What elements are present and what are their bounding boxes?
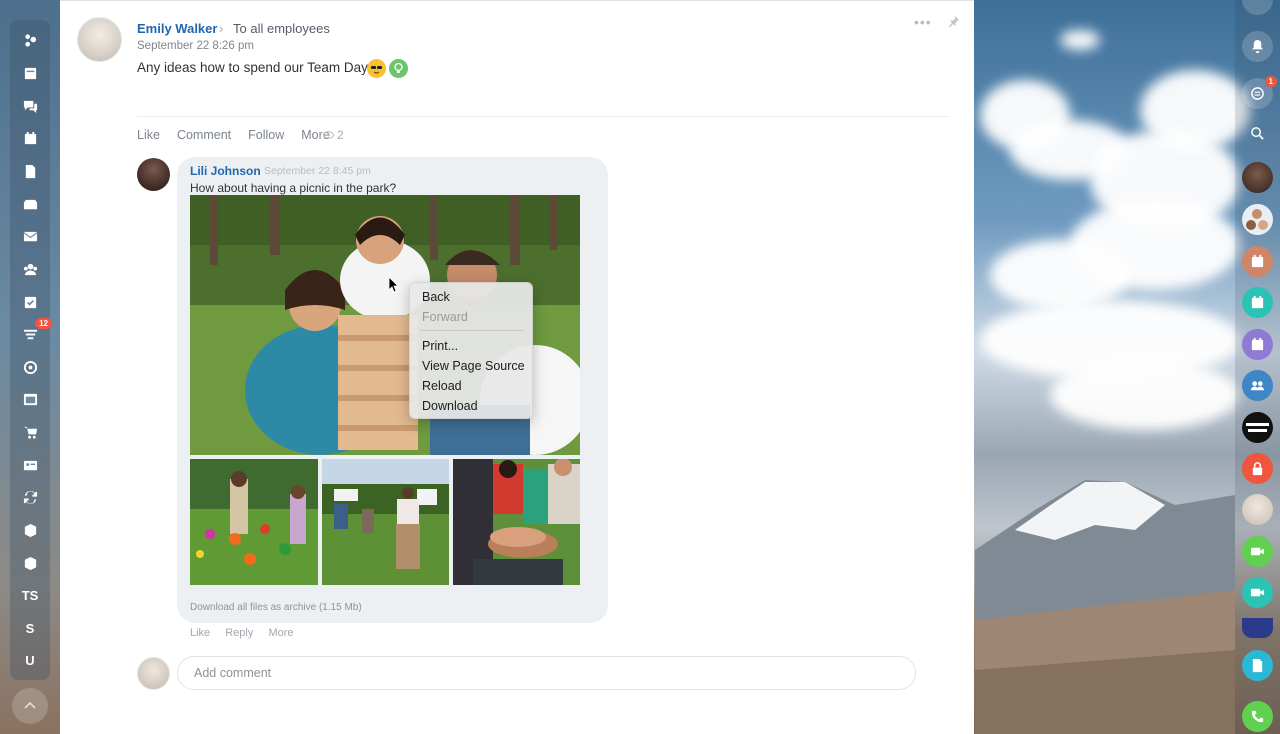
avatar[interactable] <box>77 17 122 62</box>
drive-icon[interactable] <box>10 188 50 220</box>
menu-item-back[interactable]: Back <box>422 290 450 304</box>
sync-icon[interactable] <box>10 481 50 513</box>
follow-button[interactable]: Follow <box>248 128 284 142</box>
comment-like-button[interactable]: Like <box>190 627 210 639</box>
sidebar-item-u[interactable]: U <box>10 644 50 676</box>
notifications-badge: 1 <box>1264 76 1277 87</box>
video-call-icon-2[interactable] <box>1242 577 1273 608</box>
post-audience[interactable]: To all employees <box>233 21 330 36</box>
eye-icon <box>323 131 334 139</box>
video-call-icon[interactable] <box>1242 536 1273 567</box>
calendar-chat-icon-3[interactable] <box>1242 329 1273 360</box>
add-comment-input[interactable]: Add comment <box>177 656 916 690</box>
photo-thumbnail-team-hands[interactable] <box>453 459 580 585</box>
more-options-icon[interactable]: ••• <box>914 14 932 30</box>
shop-icon[interactable] <box>10 416 50 448</box>
menu-item-forward: Forward <box>422 310 468 324</box>
crm-badge: 12 <box>35 318 52 329</box>
views-count: 2 <box>337 128 344 142</box>
lock-icon[interactable] <box>1242 453 1273 484</box>
feed-icon[interactable] <box>10 57 50 89</box>
contacts-icon[interactable] <box>10 449 50 481</box>
comment-reply-button[interactable]: Reply <box>225 627 253 639</box>
pin-icon[interactable] <box>947 15 960 33</box>
sunglasses-emoji-icon <box>367 59 386 78</box>
bell-icon[interactable] <box>1242 31 1273 62</box>
divider <box>137 116 949 117</box>
menu-item-print[interactable]: Print... <box>422 339 458 353</box>
event-thumbnail[interactable] <box>1242 618 1273 638</box>
commenter-avatar[interactable] <box>137 158 170 191</box>
chevron-right-icon: › <box>219 21 224 36</box>
file-share-icon[interactable] <box>1242 650 1273 681</box>
comment-author[interactable]: Lili Johnson <box>190 164 261 178</box>
mail-icon[interactable] <box>10 220 50 252</box>
tasks-icon[interactable] <box>10 286 50 318</box>
post-actions: Like Comment Follow More <box>137 128 347 142</box>
channel-avatar[interactable] <box>1242 412 1273 443</box>
scroll-up-button[interactable] <box>12 688 48 724</box>
photo-thumbnail-balls[interactable] <box>190 459 318 585</box>
box-icon-2[interactable] <box>10 547 50 579</box>
views-counter[interactable]: 2 <box>323 128 344 142</box>
mouse-cursor-icon <box>389 277 399 293</box>
calendar-chat-icon-2[interactable] <box>1242 287 1273 318</box>
sites-icon[interactable] <box>10 383 50 415</box>
box-icon[interactable] <box>10 514 50 546</box>
marketing-icon[interactable] <box>10 351 50 383</box>
menu-item-download[interactable]: Download <box>422 399 478 413</box>
messenger-icon[interactable]: 1 <box>1242 76 1277 109</box>
group-chat-avatar[interactable] <box>1242 204 1273 235</box>
calendar-chat-icon[interactable] <box>1242 246 1273 277</box>
like-button[interactable]: Like <box>137 128 160 142</box>
menu-item-view-source[interactable]: View Page Source <box>422 359 525 373</box>
documents-icon[interactable] <box>10 155 50 187</box>
calendar-icon[interactable] <box>10 122 50 154</box>
sidebar-item-s[interactable]: S <box>10 612 50 644</box>
sidebar-item-ts[interactable]: TS <box>10 579 50 611</box>
groups-icon[interactable] <box>10 253 50 285</box>
lightbulb-icon <box>389 59 408 78</box>
group-icon[interactable] <box>1242 370 1273 401</box>
my-avatar[interactable] <box>137 657 170 690</box>
chat-icon[interactable] <box>10 90 50 122</box>
comment-date[interactable]: September 22 8:45 pm <box>264 165 371 177</box>
photo-thumbnail-sack-race[interactable] <box>322 459 449 585</box>
menu-item-reload[interactable]: Reload <box>422 379 462 393</box>
search-icon[interactable] <box>1242 118 1273 149</box>
menu-separator <box>420 330 524 331</box>
chevron-up-icon <box>24 701 36 709</box>
download-archive-link[interactable]: Download all files as archive (1.15 Mb) <box>190 602 362 613</box>
comment-button[interactable]: Comment <box>177 128 231 142</box>
post-author[interactable]: Emily Walker <box>137 21 217 36</box>
comment-text: How about having a picnic in the park? <box>190 181 397 195</box>
avatar-emily[interactable] <box>1242 494 1273 525</box>
post-date[interactable]: September 22 8:26 pm <box>137 40 254 52</box>
comment-actions: Like Reply More <box>190 627 306 639</box>
comment-more-button[interactable]: More <box>268 627 293 639</box>
avatar-lili[interactable] <box>1242 162 1273 193</box>
phone-icon[interactable] <box>1242 701 1273 732</box>
post-text: Any ideas how to spend our Team Day? <box>137 60 376 75</box>
stream-icon[interactable] <box>10 24 50 56</box>
context-menu: Back Forward Print... View Page Source R… <box>409 282 533 419</box>
crm-icon[interactable]: 12 <box>10 318 52 350</box>
